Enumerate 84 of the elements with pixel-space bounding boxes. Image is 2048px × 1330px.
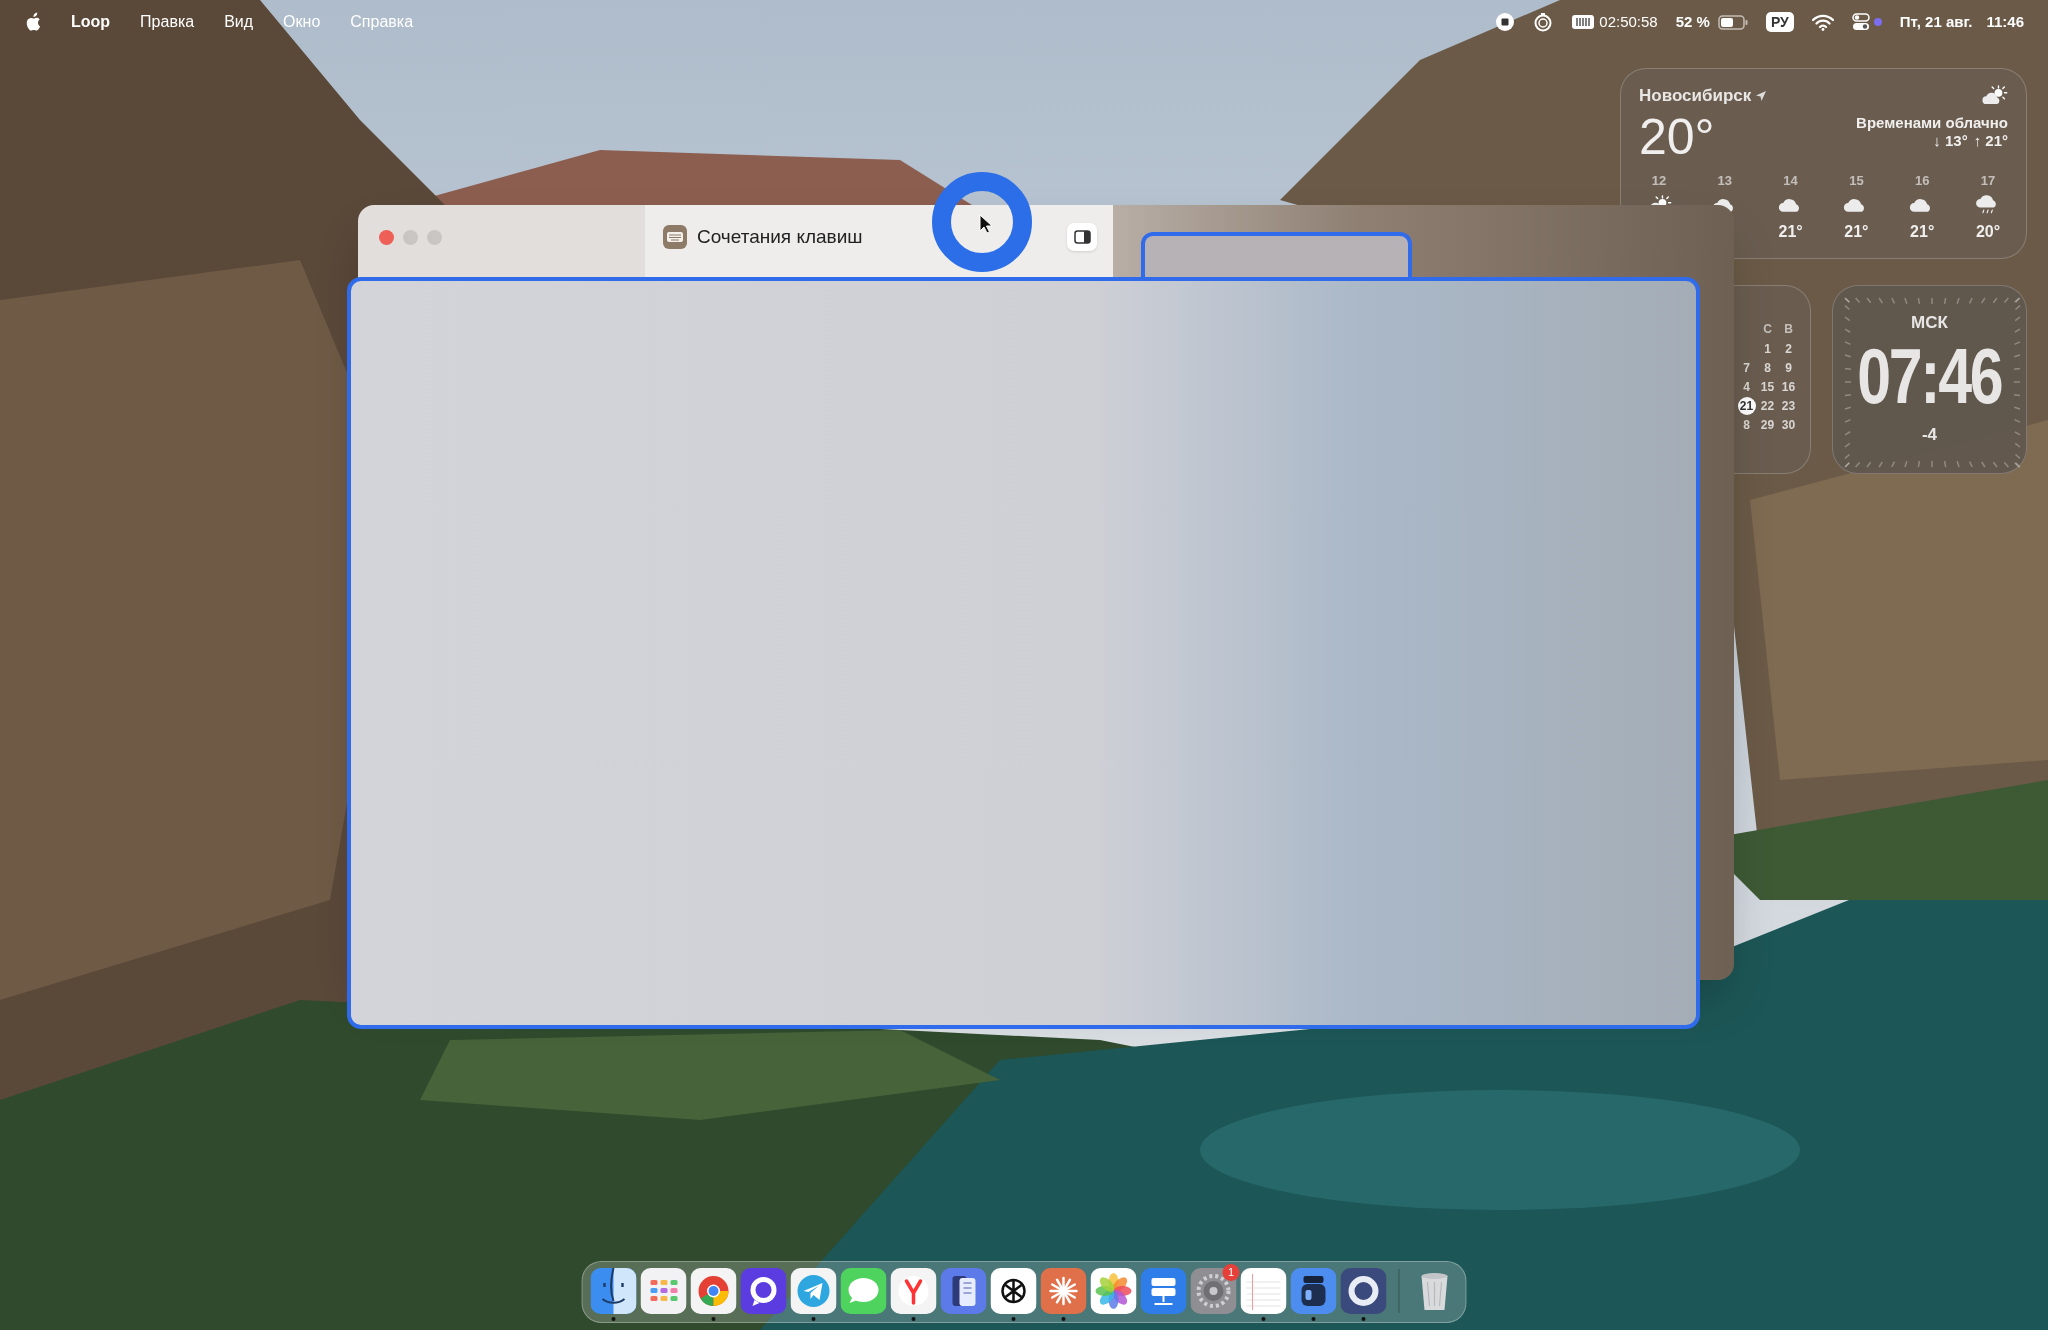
clock-city: МСК (1911, 312, 1948, 334)
starburst-icon[interactable] (1040, 1268, 1087, 1314)
running-indicator (611, 1317, 616, 1321)
menu-item[interactable]: Вид (224, 10, 254, 34)
calendar-day[interactable]: 8 (1764, 358, 1771, 377)
menu-bar-date[interactable]: Пт, 21 авг. (1899, 10, 1973, 34)
forecast-hour: 15 (1849, 171, 1864, 190)
forecast-temperature: 21° (1910, 222, 1935, 242)
calendar-day[interactable]: 9 (1785, 358, 1792, 377)
forecast-temperature: 20° (1975, 222, 2001, 242)
jar-icon[interactable] (1290, 1268, 1337, 1314)
battery-meter-icon[interactable] (1571, 14, 1596, 30)
running-indicator (1061, 1317, 1066, 1321)
city-name: Новосибирск (1639, 85, 1752, 107)
sun-cloud-icon (1982, 85, 2008, 106)
running-indicator (1361, 1317, 1366, 1321)
calendar-day[interactable]: 8 (1743, 415, 1750, 434)
speech-bubble-icon[interactable] (840, 1268, 887, 1314)
app-menu[interactable]: Loop (71, 10, 111, 34)
running-indicator (811, 1317, 816, 1321)
calendar-day[interactable]: 22 (1760, 396, 1775, 415)
weather-condition: Временами облачно (1856, 113, 2008, 132)
forecast-hour: 13 (1717, 171, 1733, 190)
forecast-hour: 12 (1651, 171, 1667, 190)
calendar-day[interactable]: 7 (1743, 358, 1750, 377)
y-shape-icon[interactable] (890, 1268, 937, 1314)
running-indicator (1311, 1317, 1316, 1321)
time-offset: -4 (1921, 423, 1938, 446)
weekday-header: В (1783, 321, 1794, 338)
paper-plane-icon[interactable] (790, 1268, 837, 1314)
pointer-icon (979, 214, 993, 234)
input-source-indicator[interactable]: РУ (1765, 12, 1794, 32)
low-temperature: ↓ 13° (1933, 131, 1968, 150)
ring-icon[interactable] (1340, 1268, 1387, 1314)
timer-icon[interactable] (1533, 12, 1554, 32)
battery-icon[interactable] (1717, 14, 1748, 30)
sidebar-toggle-button[interactable] (1067, 223, 1097, 251)
calendar-widget[interactable]: С В 1 2 7 8 9 4 15 16 21 22 23 8 29 30 (1734, 285, 1811, 474)
forecast-hour: 17 (1980, 171, 1996, 190)
status-dot-icon (1873, 18, 1882, 26)
location-arrow-icon (1755, 89, 1768, 102)
clock-time: 07:46 (1857, 335, 2002, 416)
menu-bar-clock[interactable]: 11:46 (1986, 10, 2024, 34)
high-temperature: ↑ 21° (1973, 131, 2008, 150)
current-temperature: 20° (1639, 108, 1716, 165)
chat-bubble-icon[interactable] (740, 1268, 787, 1314)
record-stop-icon[interactable] (1495, 12, 1516, 32)
running-indicator (1011, 1317, 1016, 1321)
calendar-day[interactable]: 21 (1737, 396, 1756, 415)
forecast-temperature: 21° (1778, 222, 1803, 242)
weekday-header: С (1762, 321, 1773, 338)
apple-logo-icon[interactable] (24, 12, 41, 32)
calendar-day[interactable]: 4 (1743, 377, 1750, 396)
weather-widget[interactable]: Новосибирск 20° Временами облачно ↓ 13° ↑ 21° 12 13 14 21° 15 21° 16 21° 17 20° (1620, 68, 2027, 259)
notepad-icon[interactable] (1240, 1268, 1287, 1314)
phone-icon[interactable] (940, 1268, 987, 1314)
sidebar-icon (1073, 230, 1091, 244)
clock-widget[interactable]: МСК 07:46 -4 (1832, 285, 2027, 474)
flower-icon[interactable] (1090, 1268, 1137, 1314)
forecast-temperature: 21° (1844, 222, 1869, 242)
timer-readout: 02:50:58 (1599, 11, 1658, 32)
calendar-day[interactable]: 29 (1760, 415, 1775, 434)
radial-menu-ring[interactable] (932, 172, 1032, 272)
keyboard-icon (663, 225, 687, 250)
face-icon[interactable] (590, 1268, 637, 1314)
app-grid-icon[interactable] (640, 1268, 687, 1314)
calendar-day[interactable]: 1 (1764, 339, 1771, 358)
control-center-icon[interactable] (1851, 13, 1870, 31)
running-indicator (911, 1317, 916, 1321)
running-indicator (711, 1317, 716, 1321)
calendar-day[interactable]: 15 (1760, 377, 1775, 396)
running-indicator (1261, 1317, 1266, 1321)
window-title: Сочетания клавиш (697, 225, 863, 249)
menu-item[interactable]: Правка (140, 10, 195, 34)
server-icon[interactable] (1140, 1268, 1187, 1314)
calendar-day[interactable]: 2 (1785, 339, 1792, 358)
battery-percentage: 52 % (1675, 11, 1710, 32)
knot-icon[interactable] (990, 1268, 1037, 1314)
calendar-day[interactable]: 23 (1781, 396, 1796, 415)
wifi-icon[interactable] (1811, 13, 1834, 31)
calendar-day[interactable]: 16 (1781, 377, 1796, 396)
forecast-hour: 16 (1914, 171, 1930, 190)
calendar-day[interactable]: 30 (1781, 415, 1796, 434)
forecast-hour: 14 (1783, 171, 1798, 190)
